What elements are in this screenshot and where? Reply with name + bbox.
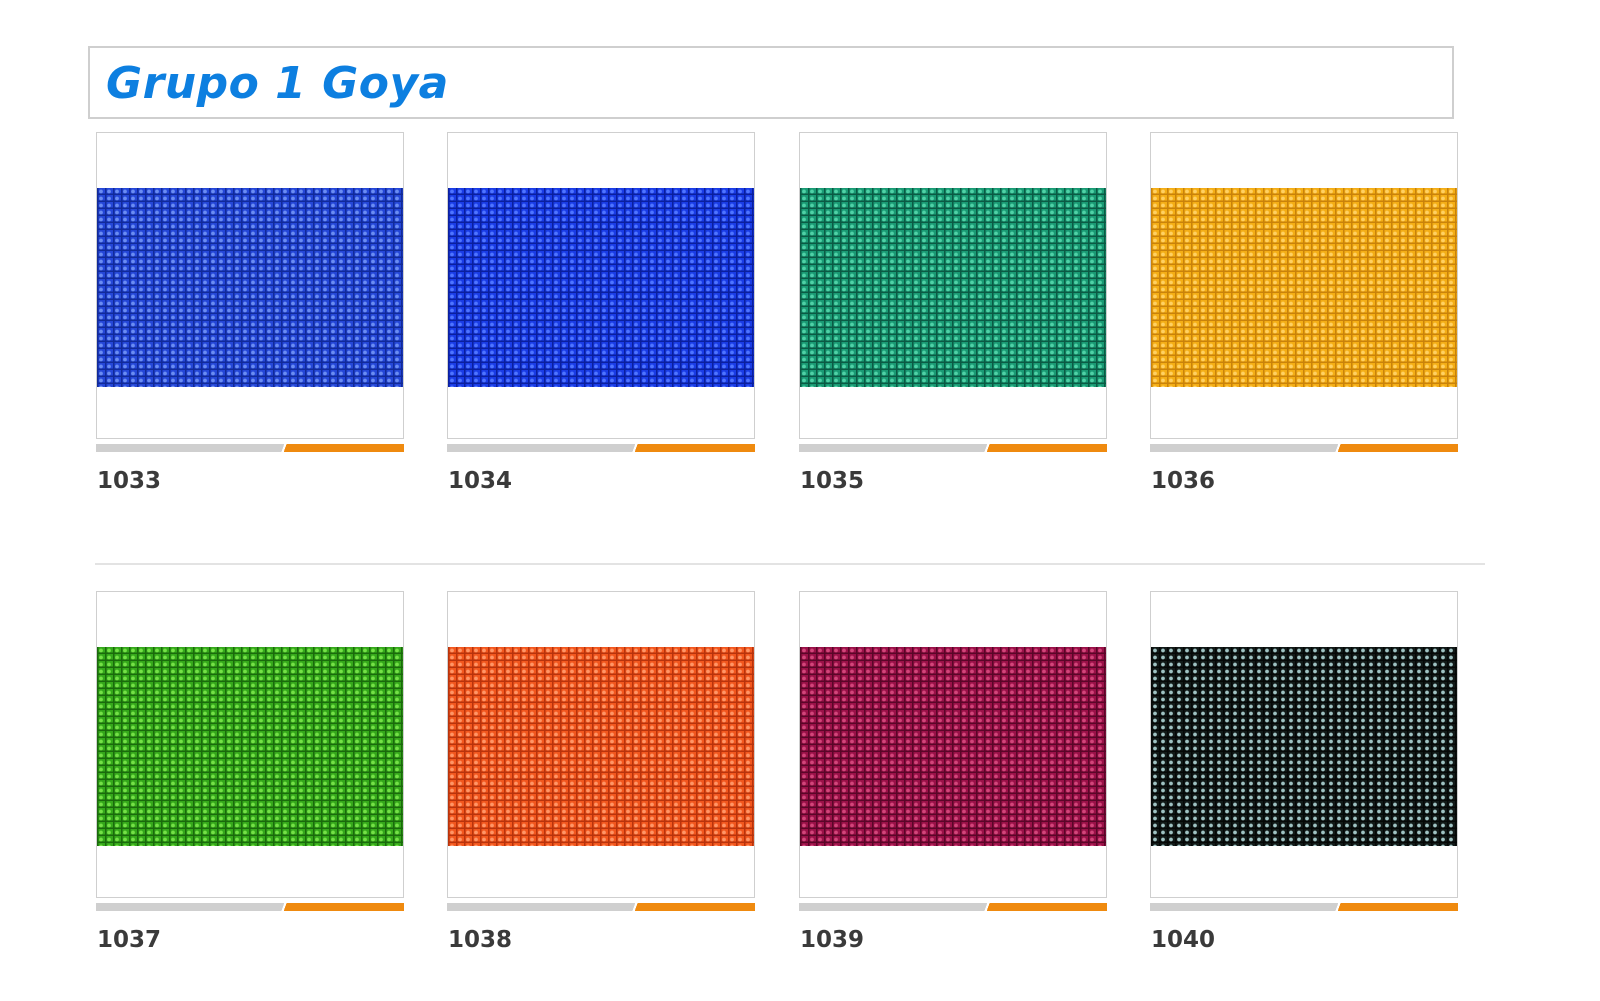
fabric-sample[interactable] bbox=[1151, 647, 1457, 846]
fabric-sample[interactable] bbox=[800, 188, 1106, 387]
swatch-card[interactable]: 1037 bbox=[96, 591, 404, 966]
fabric-sample[interactable] bbox=[448, 188, 754, 387]
swatch-card[interactable]: 1038 bbox=[447, 591, 755, 966]
swatch-code: 1037 bbox=[97, 927, 162, 953]
row-divider bbox=[95, 563, 1485, 565]
swatch-card[interactable]: 1039 bbox=[799, 591, 1107, 966]
swatch-underline-bar bbox=[96, 903, 404, 911]
swatch-underline-bar bbox=[799, 444, 1107, 452]
swatch-code: 1036 bbox=[1151, 468, 1216, 494]
fabric-sample[interactable] bbox=[97, 188, 403, 387]
swatch-card[interactable]: 1035 bbox=[799, 132, 1107, 507]
fabric-sample[interactable] bbox=[448, 647, 754, 846]
title-banner: Grupo 1 Goya bbox=[88, 46, 1454, 119]
swatch-card[interactable]: 1033 bbox=[96, 132, 404, 507]
swatch-code: 1039 bbox=[800, 927, 865, 953]
swatch-card[interactable]: 1036 bbox=[1150, 132, 1458, 507]
swatch-underline-bar bbox=[96, 444, 404, 452]
swatch-card[interactable]: 1040 bbox=[1150, 591, 1458, 966]
swatch-underline-bar bbox=[447, 903, 755, 911]
swatch-code: 1035 bbox=[800, 468, 865, 494]
swatch-underline-bar bbox=[1150, 903, 1458, 911]
swatch-code: 1034 bbox=[448, 468, 513, 494]
swatch-underline-bar bbox=[799, 903, 1107, 911]
fabric-sample[interactable] bbox=[97, 647, 403, 846]
swatch-card[interactable]: 1034 bbox=[447, 132, 755, 507]
fabric-sample[interactable] bbox=[1151, 188, 1457, 387]
swatch-underline-bar bbox=[1150, 444, 1458, 452]
swatch-code: 1038 bbox=[448, 927, 513, 953]
page-title: Grupo 1 Goya bbox=[106, 58, 449, 109]
fabric-sample[interactable] bbox=[800, 647, 1106, 846]
swatch-code: 1040 bbox=[1151, 927, 1216, 953]
swatch-code: 1033 bbox=[97, 468, 162, 494]
swatch-underline-bar bbox=[447, 444, 755, 452]
